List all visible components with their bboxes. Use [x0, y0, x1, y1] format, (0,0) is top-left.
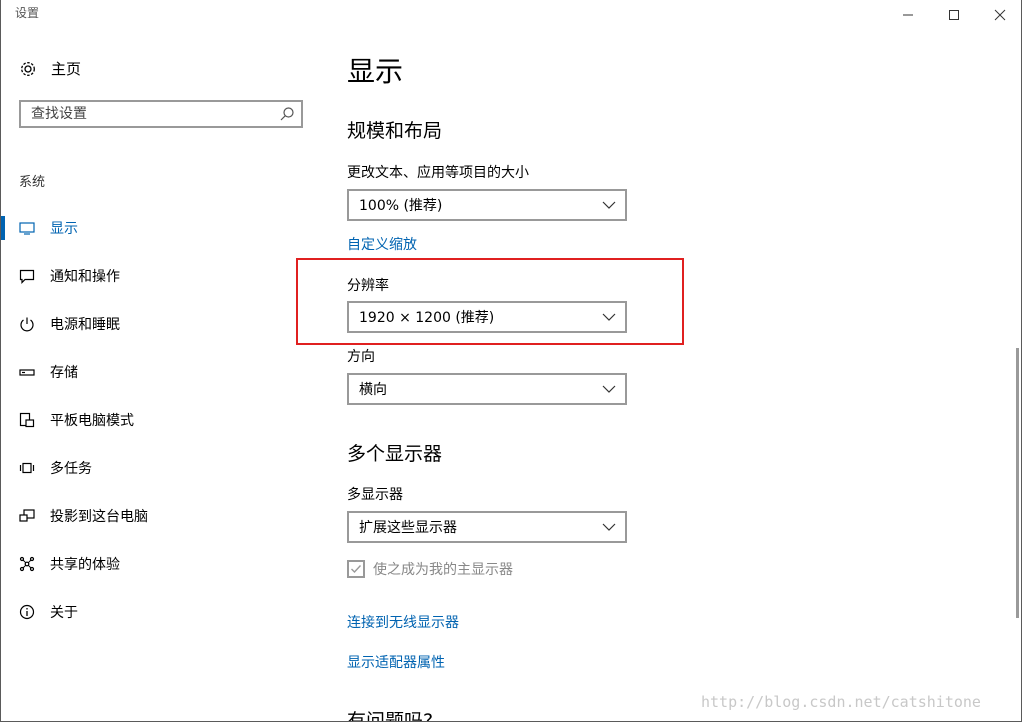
sidebar-item-display[interactable]: 显示: [1, 204, 323, 252]
search-icon[interactable]: [279, 106, 295, 122]
scale-label: 更改文本、应用等项目的大小: [347, 165, 529, 181]
scale-section-title: 规模和布局: [347, 120, 443, 142]
chevron-down-icon: [602, 385, 616, 393]
sidebar-item-label: 投影到这台电脑: [50, 509, 148, 525]
sidebar-item-storage[interactable]: 存储: [1, 348, 323, 396]
sidebar-item-label: 共享的体验: [50, 557, 120, 573]
sidebar-item-project[interactable]: 投影到这台电脑: [1, 492, 323, 540]
scale-value: 100% (推荐): [359, 198, 443, 214]
checkmark-icon: [351, 565, 362, 574]
sidebar: 主页 系统 显示 通知和操作: [1, 30, 323, 720]
multitask-icon: [19, 460, 35, 476]
settings-window: 设置 主页 系统: [0, 0, 1022, 722]
multi-display-section-title: 多个显示器: [347, 443, 443, 465]
search-input[interactable]: [21, 102, 271, 126]
sidebar-item-label: 多任务: [50, 461, 92, 477]
sidebar-item-notifications[interactable]: 通知和操作: [1, 252, 323, 300]
title-bar[interactable]: 设置: [1, 0, 1021, 30]
sidebar-item-shared[interactable]: 共享的体验: [1, 540, 323, 588]
monitor-icon: [19, 220, 35, 236]
wireless-display-link[interactable]: 连接到无线显示器: [347, 612, 459, 632]
question-section-title: 有问题吗?: [347, 710, 434, 722]
tablet-icon: [19, 412, 35, 428]
app-title: 设置: [15, 6, 40, 20]
system-group-label: 系统: [19, 175, 46, 190]
orientation-dropdown[interactable]: 横向: [347, 373, 627, 405]
multi-display-dropdown[interactable]: 扩展这些显示器: [347, 511, 627, 543]
maximize-icon: [949, 10, 959, 20]
page-title: 显示: [347, 55, 404, 88]
orientation-label: 方向: [347, 349, 375, 365]
notification-icon: [19, 268, 35, 284]
adapter-properties-link[interactable]: 显示适配器属性: [347, 652, 445, 672]
main-content: 显示 规模和布局 更改文本、应用等项目的大小 100% (推荐) 自定义缩放 分…: [347, 30, 1007, 722]
primary-display-label: 使之成为我的主显示器: [373, 562, 513, 578]
primary-display-checkbox[interactable]: [347, 560, 365, 578]
resolution-highlight-box: [296, 258, 684, 345]
sidebar-item-label: 存储: [50, 365, 78, 381]
share-icon: [19, 556, 35, 572]
sidebar-item-label: 通知和操作: [50, 269, 120, 285]
info-icon: [19, 604, 35, 620]
sidebar-item-label: 显示: [50, 221, 78, 237]
chevron-down-icon: [602, 523, 616, 531]
close-button[interactable]: [977, 0, 1021, 30]
minimize-button[interactable]: [885, 0, 931, 30]
close-icon: [994, 9, 1006, 21]
home-nav[interactable]: 主页: [19, 58, 81, 79]
custom-scale-link[interactable]: 自定义缩放: [347, 234, 417, 254]
sidebar-item-tablet[interactable]: 平板电脑模式: [1, 396, 323, 444]
scale-dropdown[interactable]: 100% (推荐): [347, 189, 627, 221]
sidebar-item-label: 关于: [50, 605, 78, 621]
sidebar-item-power[interactable]: 电源和睡眠: [1, 300, 323, 348]
sidebar-item-multitask[interactable]: 多任务: [1, 444, 323, 492]
power-icon: [19, 316, 35, 332]
multi-display-label: 多显示器: [347, 487, 403, 503]
primary-display-option: 使之成为我的主显示器: [347, 559, 513, 579]
chevron-down-icon: [602, 201, 616, 209]
search-box[interactable]: [19, 100, 303, 128]
sidebar-item-label: 平板电脑模式: [50, 413, 134, 429]
orientation-value: 横向: [359, 382, 387, 398]
sidebar-item-about[interactable]: 关于: [1, 588, 323, 636]
home-label: 主页: [51, 60, 82, 78]
sidebar-item-label: 电源和睡眠: [50, 317, 120, 333]
storage-icon: [19, 364, 35, 380]
scrollbar-thumb[interactable]: [1016, 348, 1019, 618]
multi-display-value: 扩展这些显示器: [359, 520, 457, 536]
watermark: http://blog.csdn.net/catshitone: [701, 693, 981, 711]
minimize-icon: [903, 14, 913, 16]
project-icon: [19, 508, 35, 524]
maximize-button[interactable]: [931, 0, 977, 30]
gear-icon: [21, 61, 35, 76]
sidebar-nav: 显示 通知和操作 电源和睡眠 存储 平板电脑模式 多任务 投影到这台电脑 共享的…: [1, 204, 323, 636]
